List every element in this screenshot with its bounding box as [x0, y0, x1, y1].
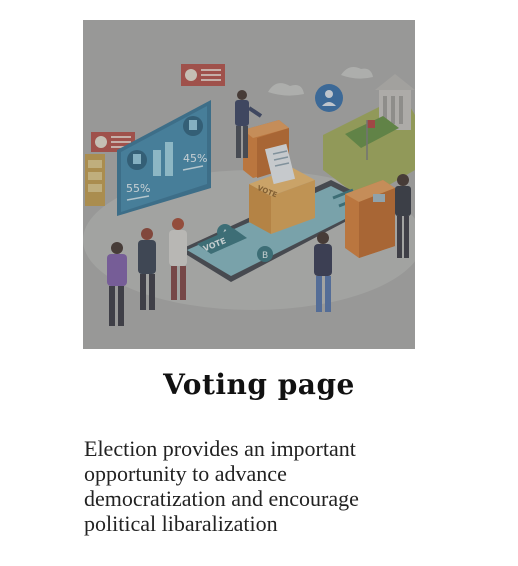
hero-image: 55% 45% B VOTE VOTE: [83, 20, 415, 349]
page-title: Voting page: [163, 368, 355, 401]
voting-illustration: 55% 45% B VOTE VOTE: [83, 20, 415, 349]
page-description: Election provides an important opportuni…: [84, 436, 359, 536]
